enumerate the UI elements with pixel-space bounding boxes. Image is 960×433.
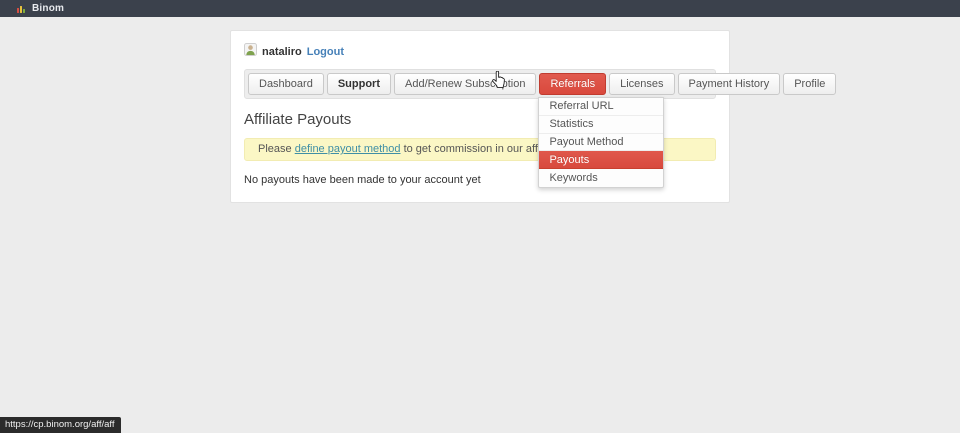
tab-payment-history[interactable]: Payment History	[678, 73, 781, 95]
alert-text-prefix: Please	[258, 143, 295, 155]
referrals-dropdown-menu: Referral URL Statistics Payout Method Pa…	[538, 97, 664, 188]
tab-profile[interactable]: Profile	[783, 73, 836, 95]
define-payout-method-link[interactable]: define payout method	[295, 143, 401, 155]
main-card: nataliro Logout Dashboard Support Add/Re…	[230, 30, 730, 203]
dropdown-item-referral-url[interactable]: Referral URL	[539, 98, 663, 116]
tab-referrals[interactable]: Referrals	[539, 73, 606, 95]
dropdown-item-payouts[interactable]: Payouts	[539, 151, 663, 169]
logout-link[interactable]: Logout	[307, 46, 344, 58]
tab-support[interactable]: Support	[327, 73, 391, 95]
user-avatar-icon	[244, 43, 257, 61]
tab-add-renew-subscription[interactable]: Add/Renew Subscription	[394, 73, 536, 95]
status-url-bar: https://cp.binom.org/aff/aff	[0, 417, 121, 433]
tab-licenses[interactable]: Licenses	[609, 73, 674, 95]
dropdown-item-payout-method[interactable]: Payout Method	[539, 134, 663, 152]
username: nataliro	[262, 46, 302, 58]
tab-dashboard[interactable]: Dashboard	[248, 73, 324, 95]
dropdown-item-statistics[interactable]: Statistics	[539, 116, 663, 134]
nav-tab-bar: Dashboard Support Add/Renew Subscription…	[244, 69, 716, 99]
browser-topbar: Binom	[0, 0, 960, 17]
user-row: nataliro Logout	[244, 41, 716, 69]
referrals-tab-wrapper: Referrals Referral URL Statistics Payout…	[539, 73, 606, 95]
browser-tab-title: Binom	[32, 3, 64, 14]
binom-favicon-icon	[17, 5, 25, 13]
dropdown-item-keywords[interactable]: Keywords	[539, 169, 663, 187]
